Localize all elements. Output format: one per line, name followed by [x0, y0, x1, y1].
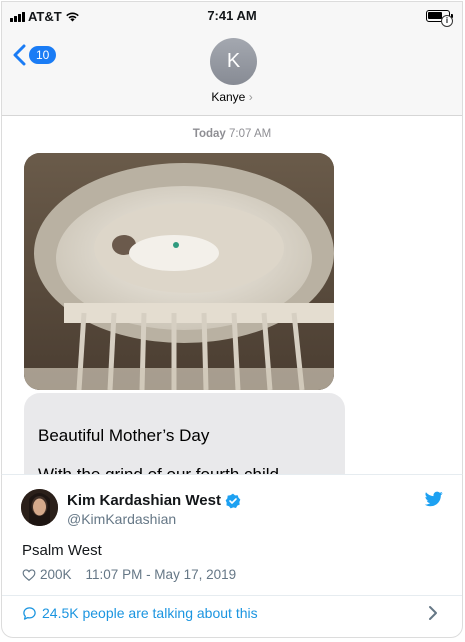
message-bubble[interactable]: Beautiful Mother’s Day With the grind of…	[24, 393, 345, 474]
conversation-header: 10 K Kanye ›	[2, 30, 462, 116]
contact-name[interactable]: Kanye ›	[2, 90, 462, 104]
verified-badge-icon	[225, 493, 241, 508]
back-button[interactable]: 10	[12, 44, 57, 66]
tweet-author-name[interactable]: Kim Kardashian West	[67, 492, 241, 509]
tweet-text: Psalm West	[22, 542, 102, 559]
message-text-line2: With the grind of our fourth child	[38, 465, 279, 474]
message-text-line1: Beautiful Mother’s Day	[38, 426, 210, 445]
conversation-link[interactable]: 24.5K people are talking about this	[22, 605, 258, 621]
imessage-screenshot: AT&T 7:41 AM i 10 K Kanye › Today 7:07 A…	[1, 1, 463, 474]
chevron-right-icon[interactable]	[428, 605, 438, 621]
chevron-right-icon: ›	[248, 90, 253, 104]
tweet-datetime[interactable]: 11:07 PM - May 17, 2019	[86, 567, 237, 582]
message-timestamp: Today 7:07 AM	[2, 128, 462, 140]
screenshot-frame: AT&T 7:41 AM i 10 K Kanye › Today 7:07 A…	[0, 0, 465, 642]
avatar-image	[21, 489, 58, 526]
tweet-author-avatar[interactable]	[21, 489, 58, 526]
tweet-divider	[2, 595, 462, 596]
heart-icon[interactable]	[22, 568, 36, 582]
status-bar: AT&T 7:41 AM i	[2, 2, 462, 30]
like-count[interactable]: 200K	[40, 567, 72, 582]
tweet-meta: 200K 11:07 PM - May 17, 2019	[22, 567, 236, 582]
chevron-left-icon	[13, 44, 26, 66]
unread-count-badge: 10	[29, 46, 57, 64]
baby-photo[interactable]	[24, 153, 334, 390]
timestamp-day: Today	[192, 128, 226, 140]
baby-photo-image	[24, 153, 334, 390]
battery-info-icon: i	[441, 15, 453, 27]
contact-avatar[interactable]: K	[210, 38, 257, 85]
status-time: 7:41 AM	[207, 8, 257, 23]
reply-bubble-icon	[23, 606, 36, 620]
contact-name-label: Kanye	[211, 90, 246, 104]
display-name: Kim Kardashian West	[67, 492, 221, 509]
embedded-tweet[interactable]: Kim Kardashian West @KimKardashian Psalm…	[1, 474, 463, 638]
timestamp-time: 7:07 AM	[229, 128, 272, 140]
talking-count-label: 24.5K people are talking about this	[42, 605, 258, 621]
tweet-author-handle[interactable]: @KimKardashian	[67, 511, 176, 527]
twitter-bird-icon[interactable]	[425, 491, 443, 507]
